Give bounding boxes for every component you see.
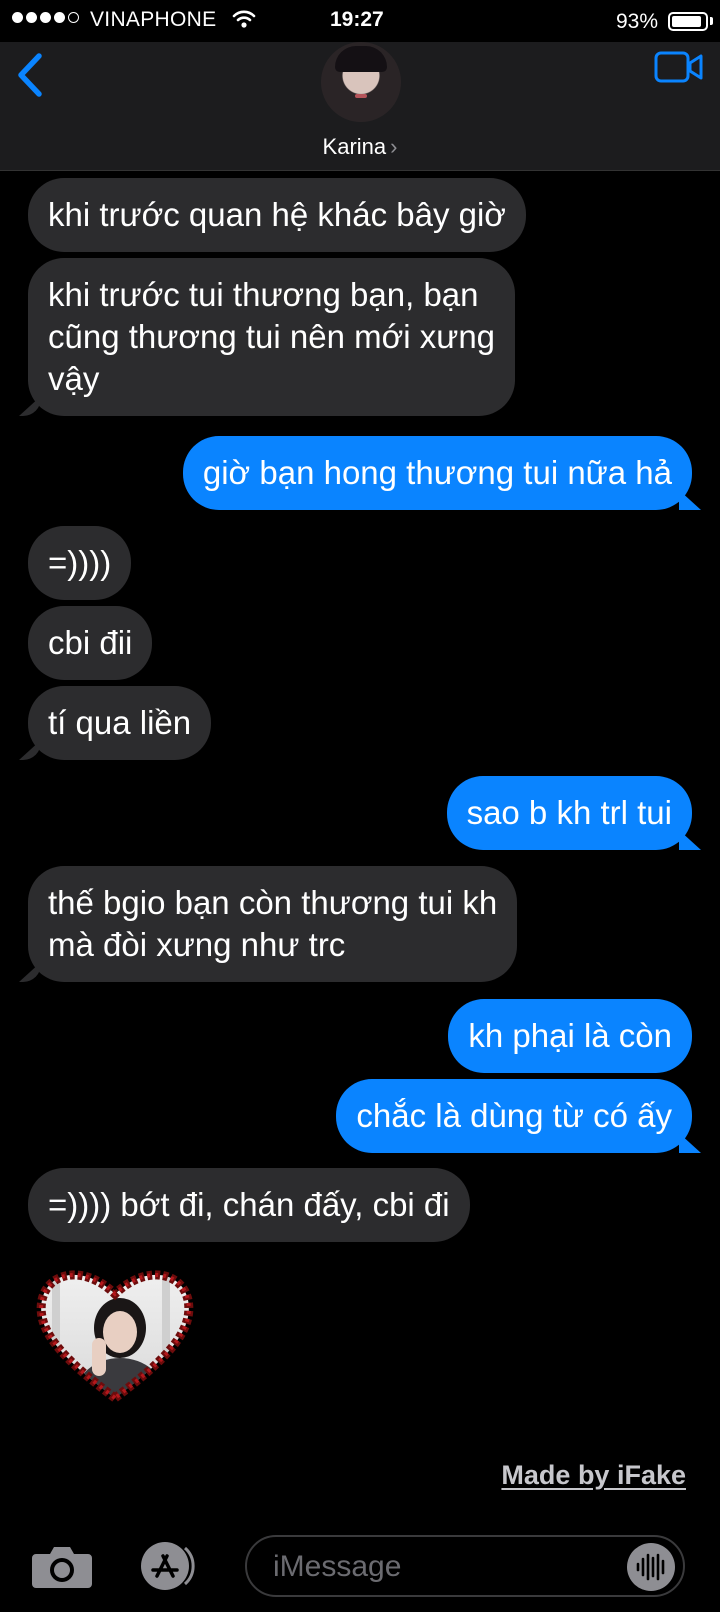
contact-name-button[interactable]: Karina › [0, 134, 720, 160]
message-line: cũng thương tui nên mới xưng [48, 318, 496, 355]
message-bubble-incoming[interactable]: khi trước quan hệ khác bây giờ [28, 178, 526, 252]
message-text-input[interactable] [271, 1537, 605, 1597]
message-bubble-incoming[interactable]: =)))) bớt đi, chán đấy, cbi đi [28, 1168, 470, 1242]
message-bubble-outgoing[interactable]: kh phại là còn [448, 999, 692, 1073]
battery-tip [710, 17, 713, 25]
message-bubble-outgoing[interactable]: chắc là dùng từ có ấy [336, 1079, 692, 1153]
heart-photo-sticker[interactable] [32, 1258, 198, 1408]
watermark-link[interactable]: Made by iFake [501, 1460, 686, 1491]
message-line: vậy [48, 360, 100, 397]
status-bar: VINAPHONE 19:27 93% [0, 0, 720, 42]
message-text: =)))) [48, 544, 112, 581]
message-line: khi trước tui thương bạn, bạn [48, 276, 479, 313]
message-line: thế bgio bạn còn thương tui kh [48, 884, 498, 921]
conversation-header: Karina › [0, 42, 720, 171]
battery-icon [668, 12, 708, 31]
contact-avatar[interactable] [321, 42, 401, 122]
carrier-name: VINAPHONE [90, 8, 217, 31]
video-camera-icon[interactable] [654, 50, 704, 89]
message-text: tí qua liền [48, 704, 192, 741]
message-bubble-incoming[interactable]: thế bgio bạn còn thương tui kh mà đòi xư… [28, 866, 518, 982]
battery-percent: 93% [616, 10, 659, 33]
message-bubble-incoming[interactable]: =)))) [28, 526, 132, 600]
message-bubble-incoming[interactable]: tí qua liền [28, 686, 212, 760]
message-bubble-incoming[interactable]: cbi đii [28, 606, 153, 680]
back-chevron-icon[interactable] [14, 52, 46, 103]
contact-name: Karina [322, 134, 387, 159]
message-bubble-incoming[interactable]: khi trước tui thương bạn, bạn cũng thươn… [28, 258, 516, 416]
message-text: =)))) bớt đi, chán đấy, cbi đi [48, 1186, 450, 1223]
message-text: chắc là dùng từ có ấy [356, 1097, 672, 1134]
message-text: cbi đii [48, 624, 133, 661]
app-store-icon[interactable] [135, 1540, 205, 1597]
signal-dots-icon [12, 12, 79, 23]
message-line: mà đòi xưng như trc [48, 926, 346, 963]
clock: 19:27 [330, 8, 384, 31]
message-bubble-outgoing[interactable]: giờ bạn hong thương tui nữa hả [182, 436, 692, 510]
message-text: giờ bạn hong thương tui nữa hả [202, 454, 672, 491]
imessage-field[interactable] [245, 1535, 685, 1597]
camera-icon[interactable] [30, 1542, 94, 1595]
message-input-bar [0, 1528, 720, 1612]
message-text: khi trước quan hệ khác bây giờ [48, 196, 506, 233]
audio-waveform-icon[interactable] [627, 1543, 675, 1591]
message-bubble-outgoing[interactable]: sao b kh trl tui [446, 776, 692, 850]
chevron-right-icon: › [390, 134, 398, 159]
message-text: sao b kh trl tui [466, 794, 672, 831]
wifi-icon [232, 9, 256, 35]
message-text: kh phại là còn [468, 1017, 672, 1054]
